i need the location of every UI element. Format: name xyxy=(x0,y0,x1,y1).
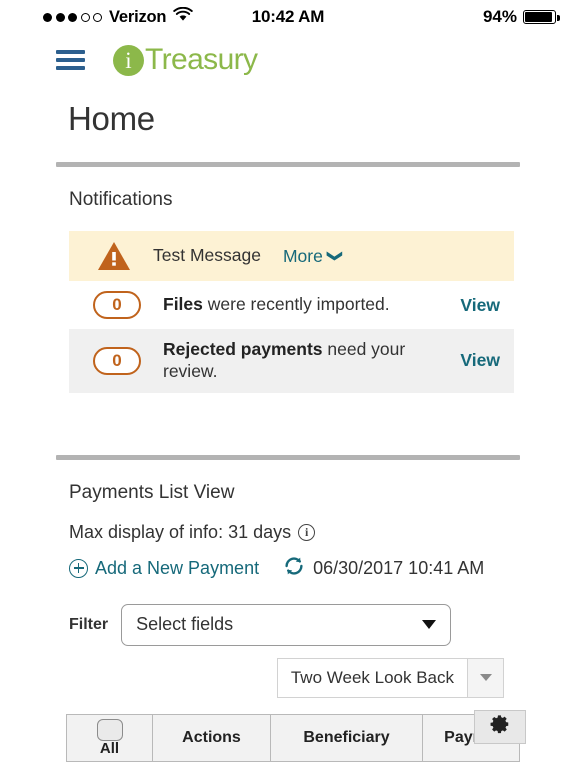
max-display-info: Max display of info: 31 days i xyxy=(0,504,576,543)
filter-select-fields-dropdown[interactable]: Select fields xyxy=(121,603,452,646)
select-all-label: All xyxy=(99,739,120,757)
logo-text: Treasury xyxy=(145,43,258,76)
lookback-row: Two Week Look Back xyxy=(0,646,576,698)
filter-select-value: Select fields xyxy=(136,614,234,635)
filter-label: Filter xyxy=(69,615,109,633)
caret-down-icon xyxy=(422,620,437,630)
add-new-payment-label: Add a New Payment xyxy=(95,557,260,578)
files-count-badge: 0 xyxy=(93,291,141,319)
lookback-value: Two Week Look Back xyxy=(290,667,454,687)
clock-label: 10:42 AM xyxy=(251,7,325,26)
notification-row-files[interactable]: 0 Files were recently imported. View xyxy=(69,281,514,329)
table-header-beneficiary[interactable]: Beneficiary xyxy=(271,714,423,761)
table-settings-button[interactable] xyxy=(474,709,526,744)
page-title: Home xyxy=(68,100,155,137)
notification-row-warning[interactable]: Test Message More ❯ xyxy=(69,231,514,281)
last-updated-label: 06/30/2017 10:41 AM xyxy=(313,557,485,578)
chevron-down-icon: ❯ xyxy=(326,249,344,263)
logo-i-icon: i xyxy=(113,44,144,76)
app-header: i Treasury xyxy=(0,34,576,86)
notification-row-rejected[interactable]: 0 Rejected payments need your review. Vi… xyxy=(69,329,514,393)
notifications-list: Test Message More ❯ 0 Files were recentl… xyxy=(69,231,514,393)
payments-action-row: Add a New Payment 06/30/2017 10:41 AM xyxy=(0,543,576,582)
gear-icon xyxy=(489,713,511,740)
notification-more-label: More xyxy=(282,245,323,266)
filter-row: Filter Select fields xyxy=(0,582,576,646)
battery-icon xyxy=(523,10,560,24)
hamburger-menu-icon[interactable] xyxy=(56,50,85,70)
info-icon[interactable]: i xyxy=(298,523,316,541)
notification-more-link[interactable]: More ❯ xyxy=(282,245,344,267)
rejected-view-link[interactable]: View xyxy=(460,350,500,371)
table-header-all[interactable]: All xyxy=(67,714,153,761)
last-updated-group[interactable]: 06/30/2017 10:41 AM xyxy=(283,555,484,582)
notification-files-bold: Files xyxy=(163,294,203,315)
lookback-dropdown[interactable]: Two Week Look Back xyxy=(276,657,504,698)
notification-files-text: Files were recently imported. xyxy=(163,294,452,316)
lookback-caret-down-icon[interactable] xyxy=(467,658,503,697)
files-view-link[interactable]: View xyxy=(460,295,500,316)
notification-files-rest: were recently imported. xyxy=(202,294,390,315)
payments-heading: Payments List View xyxy=(69,481,235,503)
rejected-count-badge: 0 xyxy=(93,346,141,375)
select-all-checkbox[interactable] xyxy=(96,718,123,741)
notifications-heading: Notifications xyxy=(69,189,173,210)
app-logo[interactable]: i Treasury xyxy=(113,43,258,77)
plus-circle-icon xyxy=(69,558,88,578)
status-bar: Verizon 10:42 AM 94% xyxy=(0,0,576,34)
warning-triangle-icon xyxy=(97,241,131,271)
notification-message: Test Message xyxy=(153,245,261,266)
max-display-label: Max display of info: 31 days xyxy=(69,521,292,542)
refresh-icon[interactable] xyxy=(283,555,305,582)
table-header-row: All Actions Beneficiary Payment xyxy=(66,713,520,762)
table-header-actions[interactable]: Actions xyxy=(153,714,271,761)
notification-rejected-text: Rejected payments need your review. xyxy=(163,339,452,383)
payments-table: All Actions Beneficiary Payment xyxy=(66,709,526,762)
add-new-payment-button[interactable]: Add a New Payment xyxy=(69,558,259,579)
notification-rejected-bold: Rejected payments xyxy=(163,339,323,359)
